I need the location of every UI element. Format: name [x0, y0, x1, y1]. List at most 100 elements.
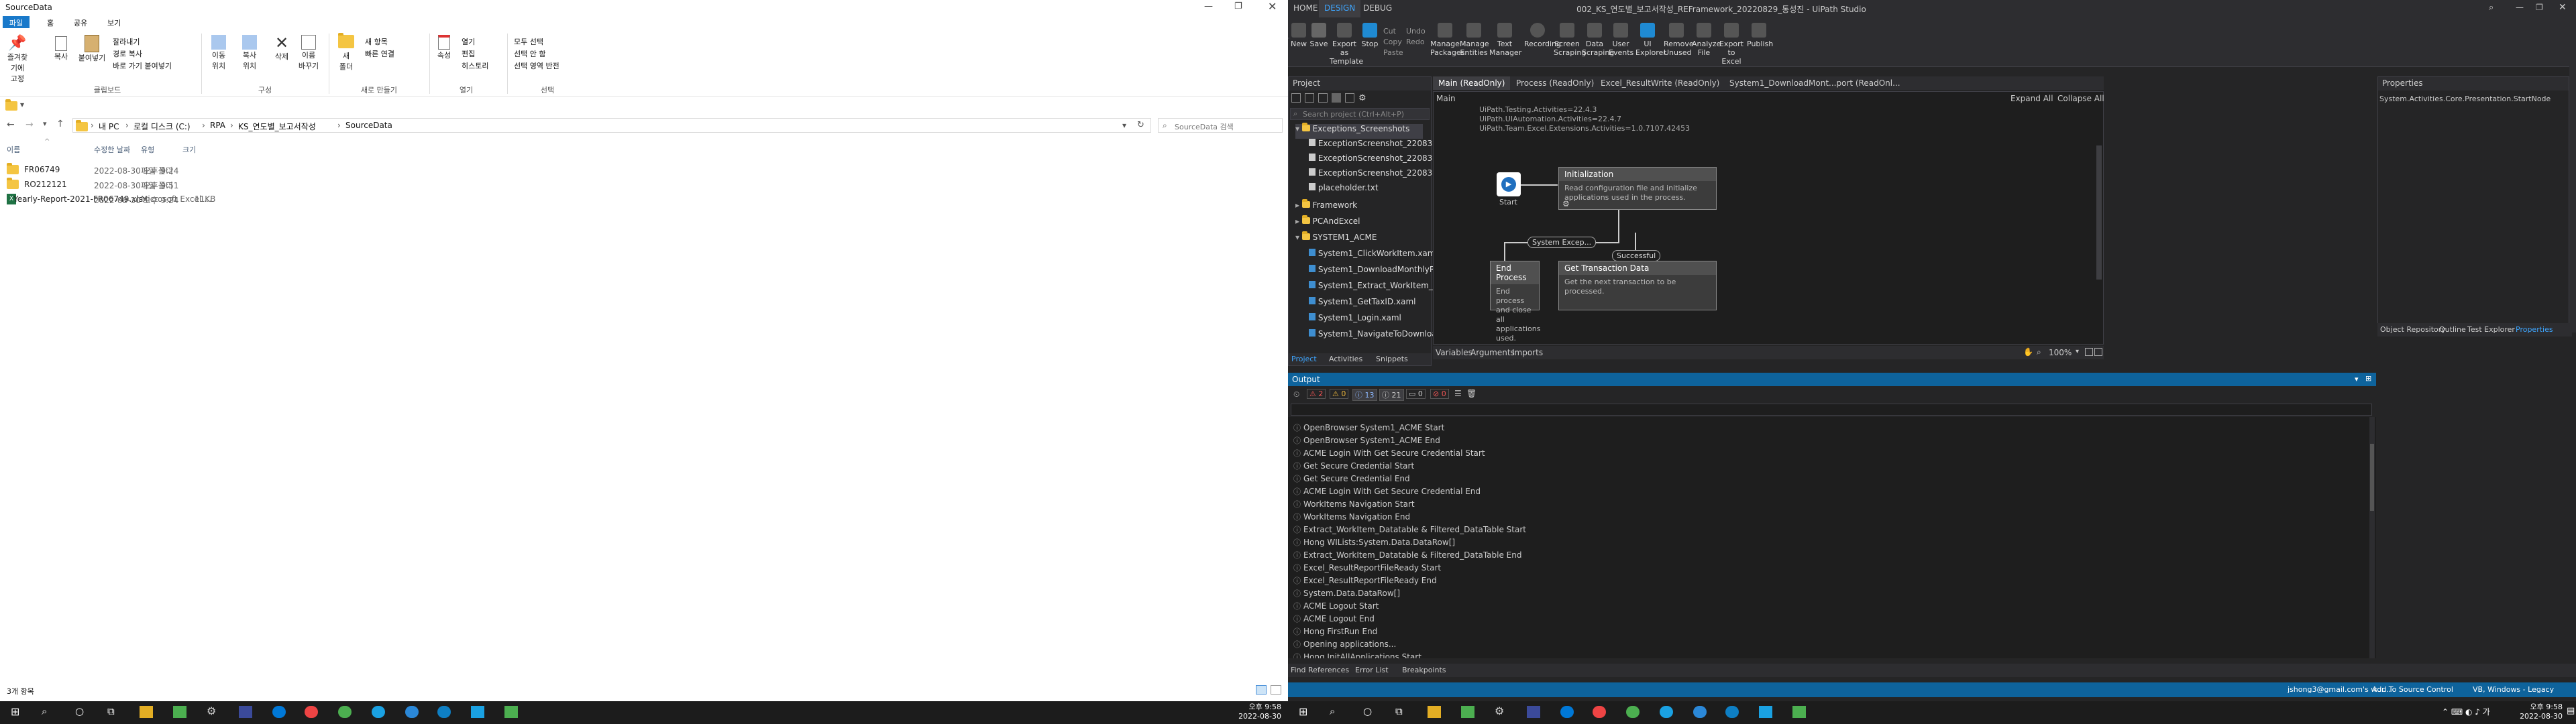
cut-button[interactable]: Cut: [1383, 27, 1396, 36]
close-icon[interactable]: ✕: [1268, 0, 1277, 13]
app-icon[interactable]: [405, 706, 419, 718]
app-icon[interactable]: [239, 706, 252, 718]
zoom-dropdown-icon[interactable]: ▾: [2076, 348, 2079, 355]
settings-gear-icon[interactable]: ⚙: [207, 705, 216, 717]
tab-home[interactable]: 홈: [47, 17, 54, 28]
app-icon[interactable]: [1527, 706, 1540, 718]
file-explorer-icon[interactable]: [1428, 706, 1441, 718]
imports-tab[interactable]: Imports: [1512, 348, 1543, 357]
tab-test-explorer[interactable]: Test Explorer: [2467, 325, 2515, 334]
error-filter-button[interactable]: ⚠ 2: [1307, 389, 1326, 399]
transition-successful[interactable]: Successful: [1612, 250, 1661, 261]
menu-debug[interactable]: DEBUG: [1363, 3, 1392, 13]
filter-icon[interactable]: [1332, 93, 1341, 103]
tab-snippets[interactable]: Snippets: [1376, 355, 1408, 363]
tab-main[interactable]: Main (ReadOnly): [1433, 76, 1511, 90]
up-arrow-icon[interactable]: ↑: [56, 119, 64, 129]
select-all-button[interactable]: 모두 선택: [514, 36, 543, 47]
breadcrumb-project[interactable]: KS_연도별_보고서작성: [238, 121, 316, 132]
paste-button[interactable]: 붙여넣기: [75, 35, 109, 63]
project-search[interactable]: ⌕ Search project (Ctrl+Alt+P): [1290, 108, 1430, 120]
publish-button[interactable]: Publish: [1747, 23, 1773, 48]
breadcrumb-current[interactable]: SourceData: [345, 121, 392, 130]
menu-home[interactable]: HOME: [1293, 3, 1318, 13]
settings-gear-icon[interactable]: ⚙: [1495, 705, 1504, 717]
user-events-button[interactable]: User Events: [1609, 23, 1633, 57]
forward-arrow-icon[interactable]: →: [25, 119, 34, 130]
app-icon[interactable]: [1626, 706, 1640, 718]
state-end-process[interactable]: End Process End process and close all ap…: [1490, 261, 1540, 343]
recording-button[interactable]: Recording: [1524, 23, 1561, 48]
output-dropdown-icon[interactable]: ▾: [2355, 375, 2359, 383]
app-icon[interactable]: [437, 706, 451, 718]
fit-screen-icon[interactable]: [2085, 348, 2093, 356]
app-icon[interactable]: [1725, 706, 1739, 718]
back-arrow-icon[interactable]: ←: [7, 119, 15, 130]
windows-start-icon[interactable]: ⊞: [1299, 705, 1307, 718]
manage-packages-button[interactable]: Manage Packages: [1430, 23, 1464, 57]
source-control-button[interactable]: Add To Source Control: [2372, 685, 2453, 694]
zoom-icon[interactable]: ⌕: [2037, 347, 2041, 357]
tree-file[interactable]: placeholder.txt: [1309, 183, 1379, 198]
expand-all-icon[interactable]: [1291, 93, 1301, 103]
export-excel-button[interactable]: Export to Excel: [1719, 23, 1744, 66]
edit-button[interactable]: 편집: [462, 48, 475, 59]
warning-filter-button[interactable]: ⚠ 0: [1330, 389, 1349, 399]
zoom-level[interactable]: 100%: [2049, 348, 2072, 357]
column-type[interactable]: 유형: [141, 144, 154, 155]
state-get-transaction-data[interactable]: Get Transaction Data Get the next transa…: [1558, 261, 1717, 310]
tree-file[interactable]: System1_ClickWorkItem.xaml: [1309, 249, 1438, 263]
app-icon[interactable]: [1461, 706, 1474, 718]
recent-dropdown-icon[interactable]: ▾: [43, 119, 47, 128]
undo-button[interactable]: Undo: [1406, 27, 1426, 36]
search-icon[interactable]: ⌕: [42, 705, 47, 717]
breadcrumb-drive[interactable]: 로컬 디스크 (C:): [133, 121, 191, 132]
maximize-icon[interactable]: ❐: [2536, 3, 2543, 12]
screen-scraping-button[interactable]: Screen Scraping: [1554, 23, 1586, 57]
trace-filter-button[interactable]: ⓘ 21: [1379, 389, 1404, 401]
search-icon[interactable]: ⌕: [2489, 3, 2493, 13]
tab-object-repository[interactable]: Object Repository: [2380, 325, 2446, 334]
copy-path-button[interactable]: 경로 복사: [113, 48, 142, 59]
uipath-icon[interactable]: [471, 706, 484, 718]
refresh-icon[interactable]: ↻: [1137, 120, 1144, 130]
debug-filter-button[interactable]: ▭ 0: [1406, 389, 1426, 399]
tree-folder[interactable]: ▸ PCAndExcel: [1295, 215, 1360, 231]
search-input[interactable]: SourceData 검색: [1175, 121, 1234, 132]
fatal-filter-button[interactable]: ⊘ 0: [1430, 389, 1449, 399]
breadcrumb-pc[interactable]: 내 PC: [99, 121, 119, 132]
ui-explorer-button[interactable]: UI Explorer: [1635, 23, 1666, 57]
edge-icon[interactable]: [372, 706, 385, 718]
tree-folder-exceptions[interactable]: ▾ Exceptions_Screenshots: [1295, 123, 1423, 139]
tree-file[interactable]: System1_GetTaxID.xaml: [1309, 297, 1415, 312]
app-icon[interactable]: [1693, 706, 1707, 718]
select-none-button[interactable]: 선택 안 함: [514, 48, 545, 59]
app-icon[interactable]: [1792, 706, 1806, 718]
task-view-icon[interactable]: ⧉: [1395, 705, 1403, 717]
list-item[interactable]: FR06749 2022-08-30 오후 9:24 파일 폴더: [0, 162, 228, 177]
tab-view[interactable]: 보기: [107, 17, 121, 28]
new-folder-button[interactable]: 새 폴더: [333, 33, 360, 72]
cut-button[interactable]: 잘라내기: [113, 36, 140, 47]
easy-access-button[interactable]: 빠른 연결: [365, 48, 394, 59]
search-box[interactable]: ⌕ SourceData 검색: [1158, 118, 1283, 133]
settings-gear-icon[interactable]: ⚙: [1358, 93, 1366, 103]
paste-shortcut-button[interactable]: 바로 가기 붙여넣기: [113, 60, 172, 71]
tab-activities[interactable]: Activities: [1329, 355, 1362, 363]
cortana-icon[interactable]: ○: [1363, 705, 1372, 717]
collapse-all-icon[interactable]: [1305, 93, 1314, 103]
windows-start-icon[interactable]: ⊞: [11, 705, 19, 718]
minimize-icon[interactable]: —: [1204, 1, 1213, 11]
open-button[interactable]: 열기: [462, 36, 475, 47]
tab-file[interactable]: 파일: [3, 16, 30, 28]
copy-button[interactable]: 복사: [51, 36, 71, 62]
taskbar-clock[interactable]: 오후 9:58 2022-08-30: [1208, 703, 1281, 721]
pin-quick-access-button[interactable]: 📌 즐겨찾기에 고정: [4, 35, 31, 84]
maximize-icon[interactable]: ❐: [1234, 1, 1242, 11]
variables-tab[interactable]: Variables: [1436, 348, 1472, 357]
tab-outline[interactable]: Outline: [2439, 325, 2466, 334]
browser-icon[interactable]: [272, 706, 286, 718]
output-pin-icon[interactable]: ⊞: [2365, 374, 2371, 383]
refresh-icon[interactable]: [1318, 93, 1328, 103]
history-button[interactable]: 히스토리: [462, 60, 488, 71]
